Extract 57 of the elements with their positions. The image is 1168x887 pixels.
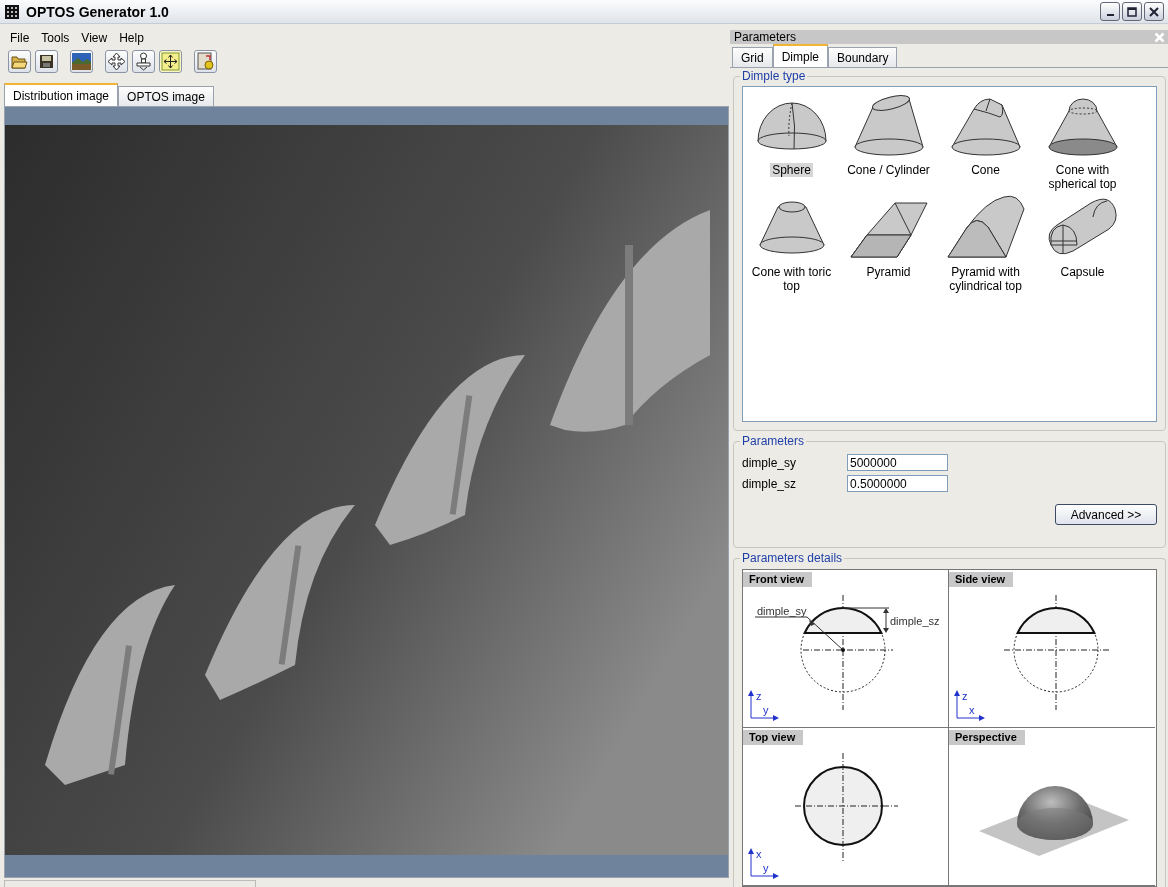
fit-arrows-icon[interactable] xyxy=(159,49,182,73)
view-title: Perspective xyxy=(949,730,1025,745)
scrollbar[interactable] xyxy=(4,880,256,887)
axis-drawing xyxy=(748,690,779,721)
close-button[interactable] xyxy=(1144,2,1164,21)
tab[interactable]: Grid xyxy=(732,47,773,68)
field-label: dimple_sz xyxy=(742,476,798,491)
view-title: Front view xyxy=(743,572,812,587)
dimension-label: dimple_sy xyxy=(757,605,807,617)
axis-label: y xyxy=(763,704,769,716)
landscape-icon[interactable] xyxy=(70,49,93,73)
minimize-icon xyxy=(1106,14,1114,16)
dimple-type-item[interactable]: Capsule xyxy=(1058,265,1107,280)
tab[interactable]: Distribution image xyxy=(4,83,119,107)
close-icon xyxy=(1149,6,1159,17)
save-icon[interactable] xyxy=(35,49,58,73)
axis-drawing xyxy=(748,848,779,879)
dimple-type-item[interactable]: Cone with spherical top xyxy=(1034,163,1131,192)
dimension-label: dimple_sz xyxy=(890,615,940,627)
menu-item[interactable]: View xyxy=(75,31,114,45)
maximize-icon xyxy=(1127,6,1137,17)
height-dimension xyxy=(842,607,890,633)
view-title: Side view xyxy=(949,572,1014,587)
dimple-type-item[interactable]: Pyramid with cylindrical top xyxy=(937,265,1034,294)
panel-title: Parameters xyxy=(734,30,798,45)
advanced-button[interactable]: Advanced >> xyxy=(1055,504,1157,526)
group-legend: Parameters details xyxy=(740,551,845,565)
axis-label: z xyxy=(756,690,762,702)
window-title: OPTOS Generator 1.0 xyxy=(26,3,170,20)
minimize-button[interactable] xyxy=(1100,2,1120,21)
view-title: Top view xyxy=(743,730,804,745)
maximize-button[interactable] xyxy=(1122,2,1142,21)
input-field[interactable]: 0.5000000 xyxy=(847,475,948,493)
axis-label: y xyxy=(763,862,769,874)
axis-label: z xyxy=(962,690,968,702)
move-arrows-icon[interactable] xyxy=(105,49,128,73)
input-field[interactable]: 5000000 xyxy=(847,454,948,472)
menu-item[interactable]: File xyxy=(4,31,36,45)
axis-drawing xyxy=(954,690,985,721)
tab[interactable]: Dimple xyxy=(772,44,828,68)
export-icon[interactable] xyxy=(194,49,217,73)
open-folder-icon[interactable] xyxy=(8,49,31,73)
menu-item[interactable]: Help xyxy=(113,31,150,45)
app-icon xyxy=(4,3,20,20)
stamp-icon[interactable] xyxy=(132,49,155,73)
dimple-type-item[interactable]: Pyramid xyxy=(864,265,913,280)
dimple-type-item[interactable]: Cone with toric top xyxy=(743,265,840,294)
dimple-type-item[interactable]: Sphere xyxy=(770,163,813,178)
field-label: dimple_sy xyxy=(742,455,798,470)
axis-label: x xyxy=(756,848,762,860)
tab[interactable]: OPTOS image xyxy=(118,86,214,107)
tab[interactable]: Boundary xyxy=(828,47,898,68)
menu-item[interactable]: Tools xyxy=(35,31,76,45)
axis-label: x xyxy=(969,704,975,716)
group-legend: Dimple type xyxy=(740,69,808,84)
dimple-type-item[interactable]: Cone / Cylinder xyxy=(845,163,932,178)
dimple-type-item[interactable]: Cone xyxy=(969,163,1002,178)
